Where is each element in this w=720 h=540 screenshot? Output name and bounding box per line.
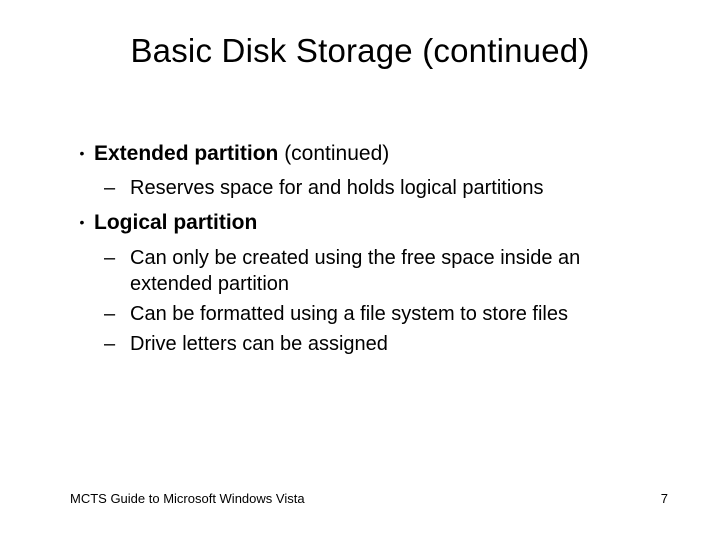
slide: Basic Disk Storage (continued) • Extende… xyxy=(0,0,720,540)
slide-body: • Extended partition (continued) – Reser… xyxy=(70,140,660,361)
bullet-bold: Extended partition xyxy=(94,142,278,165)
bullet-item: • Extended partition (continued) xyxy=(70,140,660,167)
dash-icon: – xyxy=(100,301,130,327)
bullet-dot-icon: • xyxy=(70,140,94,167)
sub-bullet-text: Can only be created using the free space… xyxy=(130,245,660,297)
footer-text: MCTS Guide to Microsoft Windows Vista xyxy=(70,491,305,506)
sub-bullet-text: Can be formatted using a file system to … xyxy=(130,301,660,327)
bullet-rest: (continued) xyxy=(278,142,389,165)
sub-bullet-text: Reserves space for and holds logical par… xyxy=(130,175,660,201)
sub-bullet-text: Drive letters can be assigned xyxy=(130,331,660,357)
sub-bullet-item: – Can be formatted using a file system t… xyxy=(100,301,660,327)
slide-title: Basic Disk Storage (continued) xyxy=(0,32,720,70)
sub-bullet-item: – Can only be created using the free spa… xyxy=(100,245,660,297)
bullet-text: Extended partition (continued) xyxy=(94,140,660,167)
sub-bullet-item: – Drive letters can be assigned xyxy=(100,331,660,357)
dash-icon: – xyxy=(100,175,130,201)
sub-bullet-item: – Reserves space for and holds logical p… xyxy=(100,175,660,201)
bullet-dot-icon: • xyxy=(70,209,94,236)
bullet-item: • Logical partition xyxy=(70,209,660,236)
bullet-text: Logical partition xyxy=(94,209,660,236)
dash-icon: – xyxy=(100,245,130,297)
page-number: 7 xyxy=(661,491,668,506)
dash-icon: – xyxy=(100,331,130,357)
bullet-bold: Logical partition xyxy=(94,211,257,234)
